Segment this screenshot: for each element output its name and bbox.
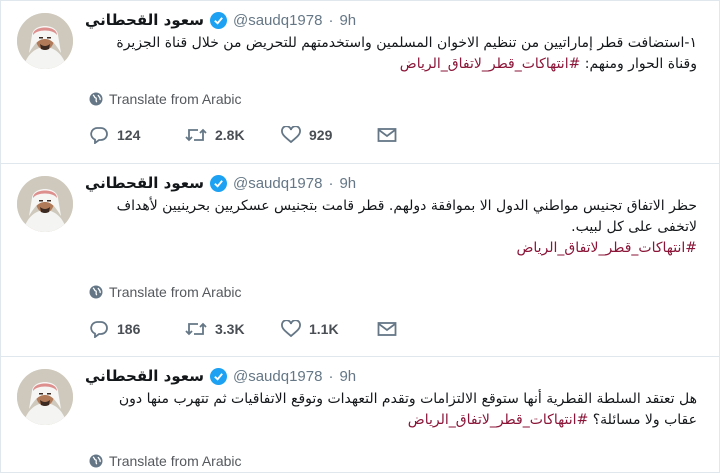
translate-label: Translate from Arabic: [109, 453, 242, 469]
avatar[interactable]: [17, 13, 73, 69]
timestamp[interactable]: 9h: [339, 368, 356, 385]
tweet-text: هل تعتقد السلطة القطرية أنها ستوقع الالت…: [85, 389, 697, 431]
like-button[interactable]: 1.1K: [281, 320, 377, 338]
translate-label: Translate from Arabic: [109, 284, 242, 300]
separator-dot: ·: [328, 367, 334, 385]
tweet-3[interactable]: سعود القحطاني @saudq1978 · 9h هل تعتقد ا…: [1, 357, 719, 472]
tweet-text: ١-استضافت قطر إماراتيين من تنظيم الاخوان…: [85, 33, 697, 75]
verified-badge-icon: [209, 11, 227, 29]
reply-button[interactable]: 124: [89, 126, 185, 144]
reply-count: 124: [117, 127, 141, 143]
verified-badge-icon: [209, 174, 227, 192]
globe-icon: [89, 454, 103, 468]
retweet-button[interactable]: 3.3K: [185, 320, 281, 338]
translate-link[interactable]: Translate from Arabic: [89, 453, 242, 469]
avatar[interactable]: [17, 176, 73, 232]
globe-icon: [89, 92, 103, 106]
avatar-image: [17, 369, 73, 425]
verified-badge-icon: [209, 367, 227, 385]
retweet-count: 3.3K: [215, 321, 245, 337]
reply-icon: [90, 321, 108, 338]
reply-count: 186: [117, 321, 141, 337]
like-count: 1.1K: [309, 321, 339, 337]
translate-link[interactable]: Translate from Arabic: [89, 284, 242, 300]
tweet-text-content: حظر الاتفاق تجنيس مواطني الدول الا بمواف…: [116, 198, 697, 235]
translate-label: Translate from Arabic: [109, 91, 242, 107]
message-icon: [377, 128, 397, 142]
author-handle[interactable]: @saudq1978: [233, 175, 322, 192]
tweet-actions: 124 2.8K 929: [89, 126, 473, 144]
message-button[interactable]: [377, 127, 473, 143]
author-handle[interactable]: @saudq1978: [233, 12, 322, 29]
hashtag-link[interactable]: #انتهاكات_قطر_لاتفاق_الرياض: [85, 238, 697, 259]
author-name[interactable]: سعود القحطاني: [85, 174, 204, 192]
tweet-2[interactable]: سعود القحطاني @saudq1978 · 9h حظر الاتفا…: [1, 164, 719, 357]
reply-icon: [90, 127, 108, 144]
separator-dot: ·: [328, 174, 334, 192]
retweet-button[interactable]: 2.8K: [185, 126, 281, 144]
tweet-feed: سعود القحطاني @saudq1978 · 9h ١-استضافت …: [0, 0, 720, 473]
author-name[interactable]: سعود القحطاني: [85, 11, 204, 29]
retweet-icon: [185, 322, 207, 336]
avatar[interactable]: [17, 369, 73, 425]
like-count: 929: [309, 127, 333, 143]
retweet-icon: [185, 128, 207, 142]
author-name[interactable]: سعود القحطاني: [85, 367, 204, 385]
like-icon: [281, 126, 301, 144]
tweet-text: حظر الاتفاق تجنيس مواطني الدول الا بمواف…: [85, 196, 697, 259]
translate-link[interactable]: Translate from Arabic: [89, 91, 242, 107]
tweet-actions: 186 3.3K 1.1K: [89, 320, 473, 338]
reply-button[interactable]: 186: [89, 320, 185, 338]
like-icon: [281, 320, 301, 338]
retweet-count: 2.8K: [215, 127, 245, 143]
timestamp[interactable]: 9h: [339, 175, 356, 192]
timestamp[interactable]: 9h: [339, 12, 356, 29]
avatar-image: [17, 176, 73, 232]
globe-icon: [89, 285, 103, 299]
hashtag-link[interactable]: #انتهاكات_قطر_لاتفاق_الرياض: [400, 56, 581, 72]
message-icon: [377, 322, 397, 336]
avatar-image: [17, 13, 73, 69]
author-handle[interactable]: @saudq1978: [233, 368, 322, 385]
tweet-1[interactable]: سعود القحطاني @saudq1978 · 9h ١-استضافت …: [1, 1, 719, 164]
message-button[interactable]: [377, 321, 473, 337]
like-button[interactable]: 929: [281, 126, 377, 144]
hashtag-link[interactable]: #انتهاكات_قطر_لاتفاق_الرياض: [408, 412, 589, 428]
separator-dot: ·: [328, 11, 334, 29]
